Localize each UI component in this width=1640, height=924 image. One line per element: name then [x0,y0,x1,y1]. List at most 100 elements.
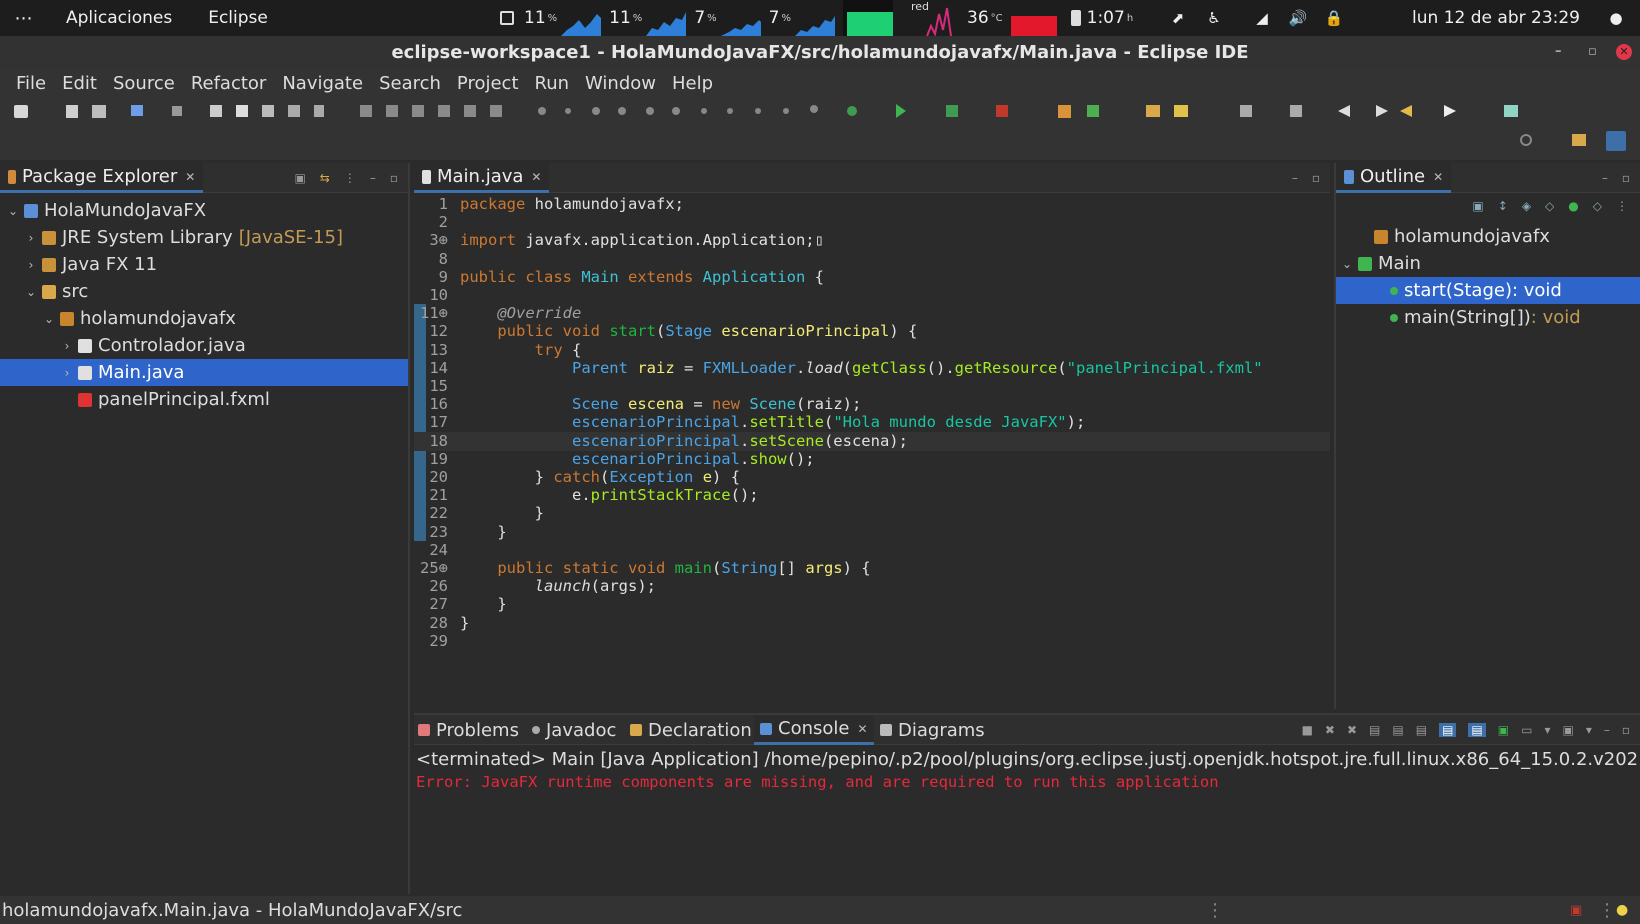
code-line[interactable]: 25⊕ public static void main(String[] arg… [414,559,1330,578]
system-monitor[interactable]: 11% 11% 7% 7% mem red 36°C 1:07h [500,0,1141,36]
code-line[interactable]: 1 package holamundojavafx; [414,195,1330,214]
tree-item[interactable]: ⌄ src [0,278,408,305]
code-line[interactable]: 9 public class Main extends Application { [414,268,1330,287]
minimize-view-icon[interactable]: – [1292,171,1298,185]
collapsed-chevron-icon[interactable]: › [24,258,38,272]
unsaved-icon[interactable]: ▣ [1570,903,1582,918]
tree-item[interactable]: panelPrincipal.fxml [0,386,408,413]
updates-icon[interactable]: ⬈ [1168,8,1188,28]
maximize-view-icon[interactable]: ▫ [390,171,398,185]
focused-app-menu[interactable]: Eclipse [190,8,286,28]
minimize-view-icon[interactable]: – [370,171,376,185]
hide-nonpublic-icon[interactable]: ● [1568,199,1578,219]
menu-window[interactable]: Window [577,73,664,94]
hide-static-icon[interactable]: ◇ [1545,199,1554,219]
show-stdout-icon[interactable]: ▤ [1439,723,1457,737]
code-line[interactable]: 2 [414,213,1330,232]
tip-lightbulb-icon[interactable]: ● [1616,902,1628,918]
menu-search[interactable]: Search [371,73,449,94]
tab-diagrams[interactable]: Diagrams [880,715,985,745]
code-line[interactable]: 16 Scene escena = new Scene(raiz); [414,395,1330,414]
terminate-icon[interactable]: ■ [1302,723,1313,737]
code-line[interactable]: 28} [414,614,1330,633]
close-window-icon[interactable]: ✕ [1616,44,1632,60]
tree-item[interactable]: › Controlador.java [0,332,408,359]
minimize-icon[interactable]: – [1555,44,1562,59]
code-line[interactable]: 15 [414,377,1330,396]
maximize-view-icon[interactable]: ▫ [1622,171,1630,185]
minimize-view-icon[interactable]: – [1604,723,1610,737]
show-on-output-icon[interactable]: ▤ [1416,723,1427,737]
maximize-view-icon[interactable]: ▫ [1312,171,1320,185]
menu-refactor[interactable]: Refactor [183,73,275,94]
code-line[interactable]: 8 [414,250,1330,269]
tree-item[interactable]: ⌄ holamundojavafx [0,305,408,332]
scroll-lock-icon[interactable]: ▤ [1369,723,1380,737]
display-console-icon[interactable]: ▭ [1521,723,1532,737]
collapsed-chevron-icon[interactable]: › [24,231,38,245]
close-tab-icon[interactable]: ✕ [185,170,195,184]
expanded-chevron-icon[interactable]: ⌄ [24,285,38,299]
close-tab-icon[interactable]: ✕ [1433,170,1443,184]
code-line[interactable]: 3⊕ import javafx.application.Application;… [414,231,1330,250]
notification-dot-icon[interactable]: ● [1606,8,1626,28]
code-line[interactable]: 12 public void start(Stage escenarioPrin… [414,322,1330,341]
tree-item[interactable]: › Main.java [0,359,408,386]
battery-lock-icon[interactable]: 🔒 [1324,8,1344,28]
menu-project[interactable]: Project [449,73,527,94]
collapse-all-icon[interactable]: ▣ [1472,199,1483,219]
tab-package-explorer[interactable]: Package Explorer ✕ [0,163,204,193]
code-line[interactable]: 13 try { [414,341,1330,360]
link-editor-icon[interactable]: ⇆ [320,171,330,185]
accessibility-icon[interactable]: ♿ [1204,8,1224,28]
word-wrap-icon[interactable]: ▤ [1392,723,1403,737]
tab-javadoc[interactable]: Javadoc [532,715,616,745]
tree-item[interactable]: ⌄ HolaMundoJavaFX [0,197,408,224]
menu-navigate[interactable]: Navigate [274,73,371,94]
menu-run[interactable]: Run [527,73,578,94]
view-menu-icon[interactable]: ▾ [1586,723,1592,737]
collapse-all-icon[interactable]: ▣ [294,171,305,185]
code-line[interactable]: 23 } [414,523,1330,542]
hide-local-types-icon[interactable]: ◇ [1593,199,1602,219]
tree-item[interactable]: › Java FX 11 [0,251,408,278]
remove-all-terminated-icon[interactable]: ✖ [1347,723,1357,737]
minimize-view-icon[interactable]: – [1602,171,1608,185]
restore-icon[interactable]: ▫ [1588,44,1597,59]
tree-item[interactable]: › JRE System Library [JavaSE-15] [0,224,408,251]
collapsed-chevron-icon[interactable]: › [60,339,74,353]
expanded-chevron-icon[interactable]: ⌄ [6,204,20,218]
code-line[interactable]: 21 e.printStackTrace(); [414,486,1330,505]
outline-item[interactable]: ⌄ Main [1336,250,1640,277]
tab-problems[interactable]: Problems [418,715,519,745]
activities-dots-icon[interactable]: ⋯ [0,8,48,29]
code-line[interactable]: 10 [414,286,1330,305]
menu-edit[interactable]: Edit [54,73,105,94]
view-menu-icon[interactable]: ⋮ [1616,199,1628,219]
code-line[interactable]: 20 } catch(Exception e) { [414,468,1330,487]
menu-help[interactable]: Help [664,73,721,94]
code-line[interactable]: 14 Parent raiz = FXMLLoader.load(getClas… [414,359,1330,378]
close-tab-icon[interactable]: ✕ [531,170,541,184]
tab-main-java[interactable]: Main.java ✕ [414,163,550,193]
window-titlebar[interactable]: eclipse-workspace1 - HolaMundoJavaFX/src… [0,36,1640,68]
outline-item[interactable]: main(String[]) : void [1336,304,1640,331]
tab-declaration[interactable]: Declaration [630,715,752,745]
maximize-view-icon[interactable]: ▫ [1622,723,1630,737]
code-line[interactable]: 26 launch(args); [414,577,1330,596]
open-console-icon[interactable]: ▾ [1544,723,1550,737]
close-tab-icon[interactable]: ✕ [857,722,867,736]
code-line[interactable]: 19 escenarioPrincipal.show(); [414,450,1330,469]
menu-source[interactable]: Source [105,73,183,94]
outline-item[interactable]: holamundojavafx [1336,223,1640,250]
tab-outline[interactable]: Outline ✕ [1336,163,1452,193]
code-line[interactable]: 27 } [414,595,1330,614]
expanded-chevron-icon[interactable]: ⌄ [1340,257,1354,271]
sort-icon[interactable]: ↕ [1498,199,1508,219]
view-menu-icon[interactable]: ⋮ [344,171,356,185]
volume-icon[interactable]: 🔊 [1288,8,1308,28]
menu-file[interactable]: File [8,73,54,94]
clock[interactable]: lun 12 de abr 23:29 [1412,8,1580,28]
collapsed-chevron-icon[interactable]: › [60,366,74,380]
hide-fields-icon[interactable]: ◈ [1522,199,1531,219]
